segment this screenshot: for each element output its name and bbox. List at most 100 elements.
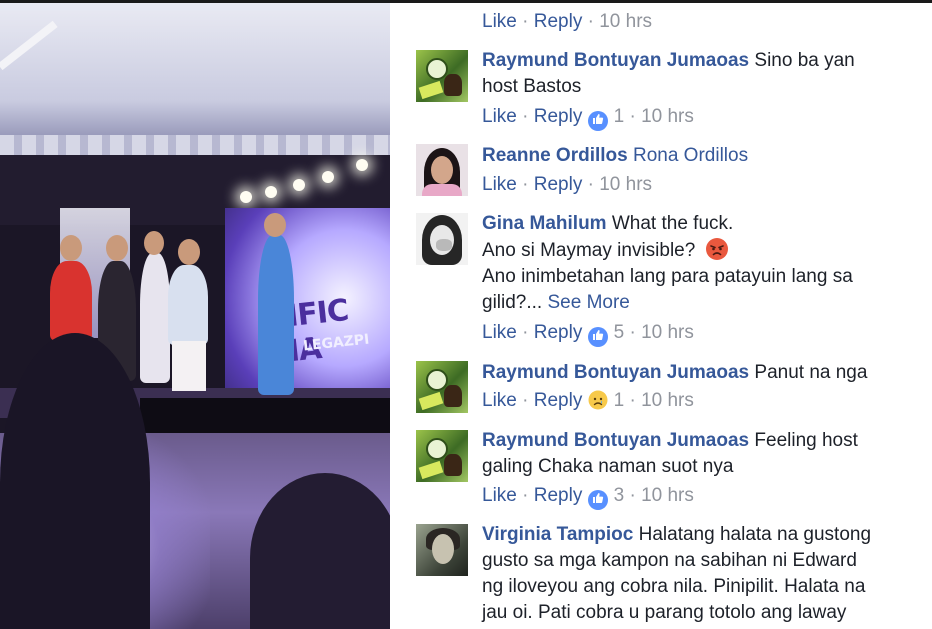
comment-text: gusto sa mga kampon na sabihan ni Edward <box>482 550 857 571</box>
comment-time[interactable]: 10 hrs <box>641 106 694 127</box>
comment-author[interactable]: Raymund Bontuyan Jumaoas <box>482 430 749 451</box>
comments-panel: Like · Reply · 10 hrs Raymund Bontuyan J… <box>390 3 932 629</box>
separator: · <box>629 106 636 127</box>
separator: · <box>587 11 594 32</box>
comment-body: Virginia Tampioc Halatang halata na gust… <box>482 522 912 626</box>
performer-head <box>178 239 200 265</box>
reply-link[interactable]: Reply <box>534 485 583 506</box>
tent-valance <box>0 135 390 155</box>
separator: · <box>629 390 636 411</box>
audience-head <box>0 333 150 629</box>
comment-author[interactable]: Raymund Bontuyan Jumaoas <box>482 50 749 71</box>
avatar[interactable] <box>416 50 468 102</box>
like-link[interactable]: Like <box>482 322 517 343</box>
comment-actions: Like · Reply · 10 hrs <box>482 174 652 196</box>
comment-actions: Like · Reply 1 · 10 hrs <box>482 106 694 131</box>
avatar[interactable] <box>416 430 468 482</box>
separator: · <box>522 322 529 343</box>
video-frame[interactable]: CIFIC MA LEGAZPI <box>0 3 390 629</box>
comment-text: Feeling host <box>754 430 858 451</box>
comment-author[interactable]: Virginia Tampioc <box>482 524 633 545</box>
reaction-summary[interactable]: 3 <box>587 485 625 510</box>
separator: · <box>522 11 529 32</box>
like-icon <box>587 327 608 347</box>
comment-text: Ano inimbetahan lang para patayuin lang … <box>482 266 853 287</box>
avatar[interactable] <box>416 144 468 196</box>
comment-actions: Like · Reply 1 · 10 hrs <box>482 390 694 412</box>
comment-author[interactable]: Raymund Bontuyan Jumaoas <box>482 362 749 383</box>
comment-time[interactable]: 10 hrs <box>641 322 694 343</box>
reaction-count: 1 <box>613 106 625 127</box>
comment-time[interactable]: 10 hrs <box>641 390 694 411</box>
sad-icon <box>588 390 608 410</box>
separator: · <box>587 174 594 195</box>
performer-head <box>144 231 164 255</box>
comment-time[interactable]: 10 hrs <box>599 174 652 195</box>
performer-head <box>60 235 82 261</box>
comment-text: jau oi. Pati cobra u parang totolo ang l… <box>482 602 847 623</box>
like-link[interactable]: Like <box>482 485 517 506</box>
separator: · <box>629 322 636 343</box>
comment-text: galing Chaka naman suot nya <box>482 456 734 477</box>
stage-light <box>240 191 252 203</box>
comment-author[interactable]: Reanne Ordillos <box>482 145 628 166</box>
comment-body: Gina Mahilum What the fuck. Ano si Mayma… <box>482 211 912 316</box>
comment-body: Reanne Ordillos Rona Ordillos <box>482 143 912 169</box>
performer <box>50 261 92 341</box>
reply-link[interactable]: Reply <box>534 174 583 195</box>
reaction-summary[interactable]: 5 <box>587 322 625 347</box>
mentioned-user[interactable]: Rona Ordillos <box>633 145 748 166</box>
separator: · <box>522 174 529 195</box>
tent-canopy <box>0 3 390 143</box>
comment-author[interactable]: Gina Mahilum <box>482 213 607 234</box>
performer <box>140 253 170 383</box>
separator: · <box>522 106 529 127</box>
comment-time[interactable]: 10 hrs <box>599 11 652 32</box>
reply-link[interactable]: Reply <box>534 322 583 343</box>
performer-head <box>106 235 128 261</box>
comment-text: Ano si Maymay invisible? <box>482 240 696 261</box>
reaction-count: 3 <box>613 485 625 506</box>
performer-head <box>264 213 286 237</box>
stage-light <box>265 186 277 198</box>
like-link[interactable]: Like <box>482 106 517 127</box>
see-more-link[interactable]: See More <box>547 292 629 313</box>
separator: · <box>522 390 529 411</box>
comment-body: Raymund Bontuyan Jumaoas Sino ba yan hos… <box>482 48 912 100</box>
comment-body: Raymund Bontuyan Jumaoas Panut na nga <box>482 360 912 386</box>
comment-actions: Like · Reply 3 · 10 hrs <box>482 485 694 510</box>
avatar[interactable] <box>416 213 468 265</box>
comment-text: What the fuck. <box>611 213 734 234</box>
comment-actions: Like · Reply 5 · 10 hrs <box>482 322 694 347</box>
comment-actions: Like · Reply · 10 hrs <box>482 11 652 33</box>
reply-link[interactable]: Reply <box>534 106 583 127</box>
comment-text: host Bastos <box>482 76 582 97</box>
like-link[interactable]: Like <box>482 174 517 195</box>
performer <box>172 341 206 391</box>
reaction-summary[interactable]: 1 <box>587 106 625 131</box>
comment-text: Panut na nga <box>754 362 868 383</box>
stage-light <box>322 171 334 183</box>
reaction-count: 1 <box>613 390 625 411</box>
separator: · <box>629 485 636 506</box>
comment-text: Halatang halata na gustong <box>638 524 872 545</box>
angry-emoji-icon <box>705 238 728 260</box>
stage-light <box>293 179 305 191</box>
like-icon <box>587 111 608 131</box>
avatar[interactable] <box>416 361 468 413</box>
comment-text: ng iloveyou ang cobra nila. Pinipilit. H… <box>482 576 866 597</box>
comment-text: gilid?... <box>482 292 543 313</box>
separator: · <box>522 485 529 506</box>
stage-light <box>356 159 368 171</box>
comment-text: Sino ba yan <box>754 50 855 71</box>
avatar[interactable] <box>416 524 468 576</box>
like-icon <box>587 490 608 510</box>
reaction-summary[interactable]: 1 <box>588 390 625 411</box>
reply-link[interactable]: Reply <box>534 11 583 32</box>
like-link[interactable]: Like <box>482 390 517 411</box>
comment-time[interactable]: 10 hrs <box>641 485 694 506</box>
like-link[interactable]: Like <box>482 11 517 32</box>
reaction-count: 5 <box>613 322 625 343</box>
reply-link[interactable]: Reply <box>534 390 583 411</box>
performer <box>168 265 208 345</box>
